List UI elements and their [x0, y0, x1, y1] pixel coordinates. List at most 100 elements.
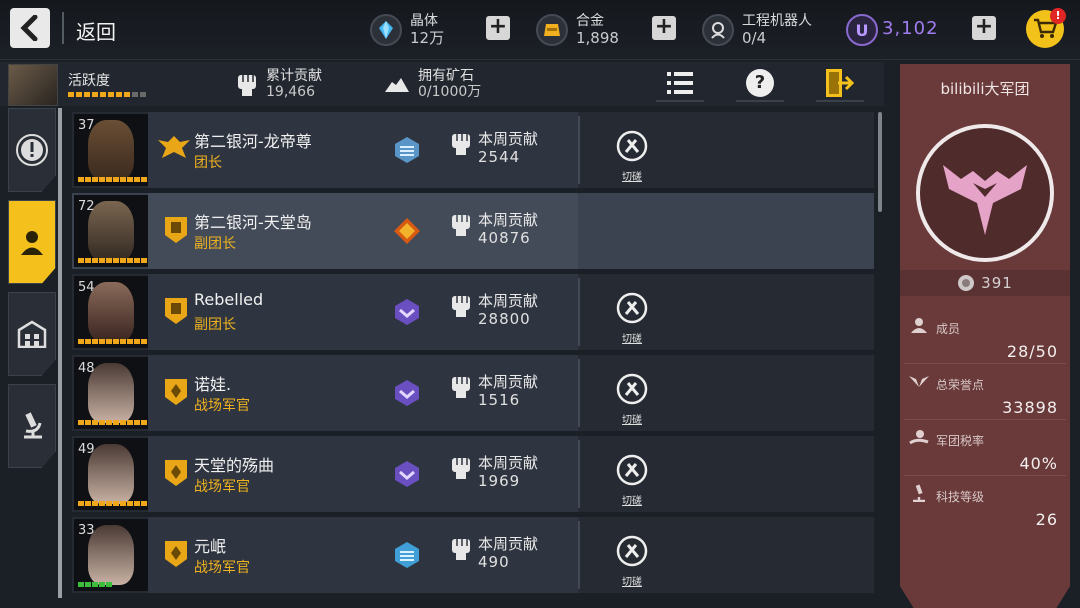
add-u-currency-button[interactable]: +: [972, 16, 996, 40]
robot-value: 0/4: [742, 29, 767, 47]
officer-rank-icon: [165, 460, 187, 486]
member-portrait[interactable]: 37: [74, 114, 148, 186]
add-crystal-button[interactable]: +: [486, 16, 510, 40]
duel-button[interactable]: 切磋: [612, 292, 652, 345]
help-button[interactable]: ?: [736, 66, 784, 102]
weekly-contribution-value: 28800: [478, 310, 531, 328]
members-count: 成员 28/50: [904, 312, 1066, 364]
add-alloy-button[interactable]: +: [652, 16, 676, 40]
duel-button[interactable]: 切磋: [612, 373, 652, 426]
robot-icon: [702, 14, 734, 46]
duel-icon: [616, 373, 648, 405]
member-portrait[interactable]: 33: [74, 519, 148, 591]
microscope-icon: [24, 412, 42, 439]
officer-rank-icon: [165, 541, 187, 567]
member-role: 团长: [194, 155, 222, 171]
duel-icon: [616, 535, 648, 567]
leave-legion-button[interactable]: [816, 66, 864, 102]
honor-label: 总荣誉点: [936, 378, 985, 392]
legion-info-panel: bilibili大军团 391 成员 28/50 总荣誉点 33898 军团税率…: [900, 64, 1070, 608]
fist-icon: [452, 539, 470, 560]
weekly-contribution: 本周贡献 40876: [450, 211, 538, 247]
weekly-contribution-value: 2544: [478, 148, 521, 166]
member-stars: [78, 420, 147, 425]
member-portrait[interactable]: 72: [74, 195, 148, 267]
fist-icon: [452, 134, 470, 155]
weekly-contribution-label: 本周贡献: [478, 373, 539, 391]
back-label[interactable]: 返回: [76, 16, 116, 45]
vice-leader-rank-icon: [165, 298, 187, 324]
tab-notice[interactable]: [8, 108, 56, 192]
member-role: 战场军官: [194, 560, 250, 576]
building-icon: [17, 320, 47, 348]
list-view-button[interactable]: [656, 66, 704, 102]
alloy-resource: 合金 1,898: [536, 8, 619, 52]
tech-level: 科技等级 26: [904, 480, 1066, 532]
member-row-selected[interactable]: 72 第二银河-天堂岛 副团长 本周贡献 40876: [72, 193, 874, 269]
members-icon: [908, 316, 930, 334]
member-level: 72: [78, 199, 95, 214]
member-row[interactable]: 37 第二银河-龙帝尊 团长 本周贡献 2544 切磋: [72, 112, 874, 188]
tab-research[interactable]: [8, 384, 56, 468]
divider: [578, 359, 580, 427]
exit-door-icon: [826, 69, 855, 97]
vice-leader-rank-icon: [165, 217, 187, 243]
officer-rank-icon: [165, 379, 187, 405]
member-row[interactable]: 33 元岷 战场军官 本周贡献 490 切磋: [72, 517, 874, 593]
legion-emblem-icon: [943, 165, 1027, 235]
divider: [578, 440, 580, 508]
honor-value: 33898: [1002, 398, 1058, 417]
duel-label: 切磋: [622, 577, 642, 588]
fist-icon: [238, 75, 256, 96]
notification-badge: !: [1050, 8, 1066, 24]
scrollbar[interactable]: [878, 112, 882, 212]
alloy-icon: [536, 14, 568, 46]
member-level: 37: [78, 118, 95, 133]
weekly-contribution-label: 本周贡献: [478, 211, 539, 229]
duel-icon: [616, 292, 648, 324]
member-row[interactable]: 54 Rebelled 副团长 本周贡献 28800 切磋: [72, 274, 874, 350]
member-row[interactable]: 48 诺娃. 战场军官 本周贡献 1516 切磋: [72, 355, 874, 431]
tier-badge-icon: [395, 542, 419, 568]
weekly-contribution-value: 1516: [478, 391, 521, 409]
legion-emblem[interactable]: [916, 124, 1054, 262]
member-name: 第二银河-天堂岛: [194, 213, 312, 232]
player-avatar[interactable]: [8, 64, 58, 106]
member-stars: [78, 177, 147, 182]
duel-label: 切磋: [622, 334, 642, 345]
member-portrait[interactable]: 54: [74, 276, 148, 348]
member-stars: [78, 258, 147, 263]
duel-label: 切磋: [622, 496, 642, 507]
member-portrait[interactable]: 49: [74, 438, 148, 510]
alert-icon: [16, 134, 48, 166]
ore-stock: 拥有矿石 0/1000万: [384, 68, 481, 100]
member-role: 战场军官: [194, 479, 250, 495]
total-contribution-value: 19,466: [266, 84, 315, 100]
duel-button[interactable]: 切磋: [612, 535, 652, 588]
weekly-contribution-label: 本周贡献: [478, 292, 539, 310]
members-value: 28/50: [1006, 342, 1058, 361]
fist-icon: [452, 296, 470, 317]
member-row[interactable]: 49 天堂的殇曲 战场军官 本周贡献 1969 切磋: [72, 436, 874, 512]
honor-points: 总荣誉点 33898: [904, 368, 1066, 420]
tab-members[interactable]: [8, 200, 56, 284]
duel-label: 切磋: [622, 172, 642, 183]
tab-buildings[interactable]: [8, 292, 56, 376]
ore-label: 拥有矿石: [418, 68, 474, 84]
total-contribution-label: 累计贡献: [266, 68, 322, 84]
shop-cart-button[interactable]: !: [1026, 8, 1066, 48]
duel-button[interactable]: 切磋: [612, 130, 652, 183]
alloy-value: 1,898: [576, 29, 619, 47]
weekly-contribution-label: 本周贡献: [478, 454, 539, 472]
back-button[interactable]: [10, 8, 50, 48]
member-portrait[interactable]: 48: [74, 357, 148, 429]
weekly-contribution-label: 本周贡献: [478, 130, 539, 148]
member-level: 54: [78, 280, 95, 295]
alloy-label: 合金: [576, 13, 604, 29]
legion-name: bilibili大军团: [940, 80, 1030, 98]
wings-icon: [908, 372, 930, 390]
member-name: 第二银河-龙帝尊: [194, 132, 312, 151]
robot-label: 工程机器人: [742, 13, 812, 29]
u-currency-value: 3,102: [882, 18, 939, 39]
duel-button[interactable]: 切磋: [612, 454, 652, 507]
